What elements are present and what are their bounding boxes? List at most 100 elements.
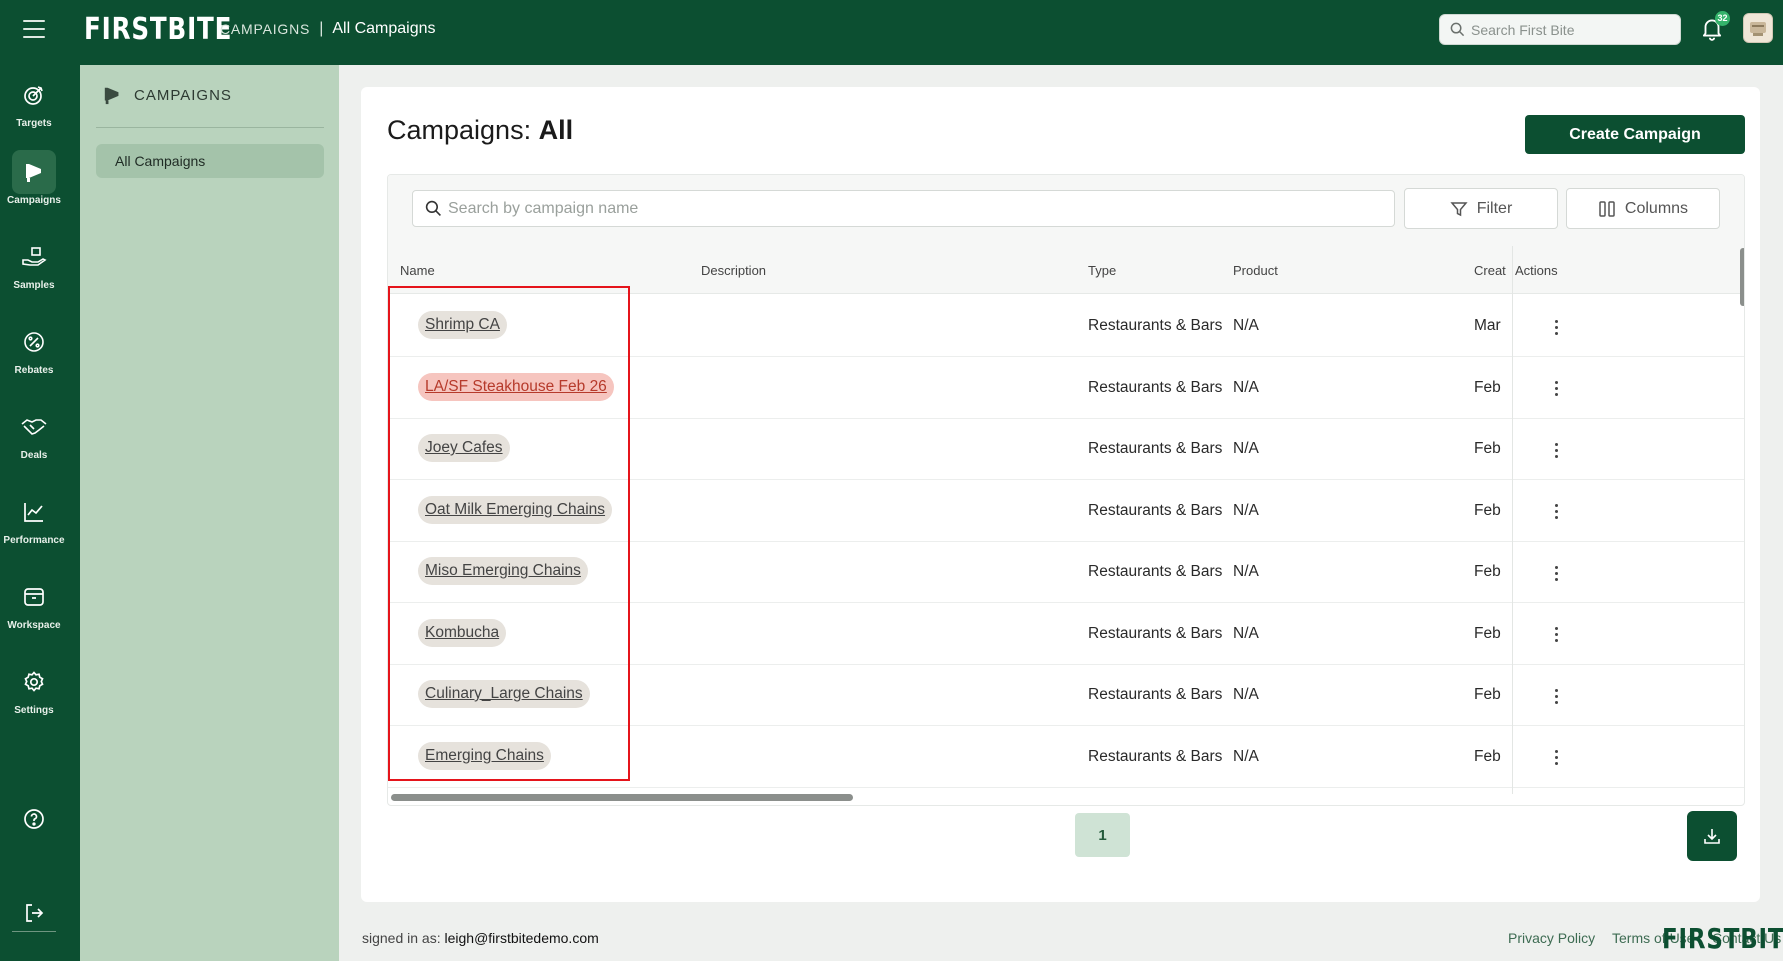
subnav-item-all-campaigns[interactable]: All Campaigns (96, 144, 324, 178)
row-actions-menu-icon[interactable] (1544, 313, 1568, 341)
brand-logo[interactable]: FIRSTBITE (84, 12, 232, 47)
download-button[interactable] (1687, 811, 1737, 861)
table-header: Name Description Type Product Creat Acti… (388, 246, 1744, 294)
columns-icon (1599, 200, 1615, 217)
subnav-heading-text: CAMPAIGNS (134, 86, 232, 104)
campaign-name-link[interactable]: Joey Cafes (418, 434, 510, 462)
signed-in-prefix: signed in as: (362, 930, 441, 946)
row-actions-menu-icon[interactable] (1544, 559, 1568, 587)
logout-icon (26, 904, 44, 922)
search-icon (425, 200, 441, 216)
table-row: Culinary_Large Chains Restaurants & Bars N… (388, 664, 1744, 726)
campaigns-table: Filter Columns Name Description Type Pro… (387, 174, 1745, 806)
filter-icon (1450, 201, 1468, 216)
campaign-name-link[interactable]: Miso Emerging Chains (418, 557, 588, 585)
table-row: LA/SF Steakhouse Feb 26 Restaurants & Bar… (388, 357, 1744, 419)
column-header-name[interactable]: Name (400, 263, 435, 278)
cell-product: N/A (1233, 624, 1259, 642)
campaign-search-input[interactable] (448, 199, 1378, 218)
table-row: Shrimp CA Restaurants & Bars N/A Mar (388, 295, 1744, 357)
rail-item-settings[interactable]: Settings (0, 660, 68, 730)
cell-type: Restaurants & Bars (1088, 747, 1223, 765)
cell-product: N/A (1233, 317, 1259, 334)
rail-item-campaigns[interactable]: Campaigns (0, 150, 68, 220)
columns-button[interactable]: Columns (1566, 188, 1720, 229)
rail-label-deals: Deals (20, 450, 48, 461)
row-actions-menu-icon[interactable] (1544, 375, 1568, 403)
target-icon (24, 86, 43, 105)
campaign-search[interactable] (412, 190, 1395, 227)
rail-label-performance: Performance (3, 535, 65, 546)
horizontal-scrollbar[interactable] (391, 794, 853, 801)
cell-product: N/A (1233, 378, 1259, 396)
megaphone-icon (26, 164, 41, 182)
rail-label-targets: Targets (16, 118, 52, 129)
actions-column-divider (1512, 246, 1513, 794)
notifications-button[interactable]: 32 (1699, 11, 1730, 43)
logout-button[interactable] (0, 891, 68, 961)
table-row: Kombucha Restaurants & Bars N/A Feb (388, 603, 1744, 665)
row-actions-menu-icon[interactable] (1544, 744, 1568, 772)
handshake-icon (21, 419, 47, 435)
vertical-scrollbar[interactable] (1740, 248, 1744, 306)
pagination-page-1[interactable]: 1 (1075, 813, 1130, 857)
table-row: Joey Cafes Restaurants & Bars N/A Feb (388, 418, 1744, 480)
row-actions-menu-icon[interactable] (1544, 621, 1568, 649)
signed-in-email: leigh@firstbitedemo.com (444, 930, 599, 946)
rail-label-settings: Settings (14, 705, 54, 716)
global-search-input[interactable] (1471, 21, 1671, 38)
rail-item-deals[interactable]: Deals (0, 405, 68, 475)
search-icon (1450, 22, 1465, 37)
table-row: Emerging Chains Restaurants & Bars N/A Feb (388, 726, 1744, 788)
cell-product: N/A (1233, 686, 1259, 703)
row-actions-menu-icon[interactable] (1544, 498, 1568, 526)
download-icon (1704, 829, 1720, 844)
cell-type: Restaurants & Bars (1088, 624, 1223, 642)
create-campaign-button[interactable]: Create Campaign (1525, 115, 1745, 154)
cell-created: Feb (1474, 501, 1501, 519)
table-row: Miso Emerging Chains Restaurants & Bars N/… (388, 541, 1744, 603)
rail-label-samples: Samples (13, 280, 55, 291)
subnav-divider (96, 127, 324, 128)
column-header-created[interactable]: Creat (1474, 263, 1506, 278)
rail-item-samples[interactable]: Samples (0, 235, 68, 305)
inbox-icon (24, 588, 44, 606)
campaign-name-link[interactable]: Shrimp CA (418, 311, 507, 339)
column-header-type[interactable]: Type (1088, 263, 1116, 278)
avatar[interactable] (1743, 13, 1773, 43)
cell-type: Restaurants & Bars (1088, 686, 1223, 703)
cell-product: N/A (1233, 501, 1259, 519)
breadcrumb-section[interactable]: CAMPAIGNS (220, 21, 310, 37)
help-button[interactable] (0, 797, 68, 867)
gear-icon (24, 671, 44, 692)
line-chart-icon (24, 503, 43, 522)
signed-in-as: signed in as: leigh@firstbitedemo.com (362, 930, 599, 946)
rail-item-rebates[interactable]: Rebates (0, 320, 68, 390)
rail-item-targets[interactable]: Targets (0, 73, 68, 143)
campaign-name-link[interactable]: Kombucha (418, 618, 507, 647)
rail-item-workspace[interactable]: Workspace (0, 575, 68, 645)
page-title-prefix: Campaigns: (387, 115, 532, 145)
campaign-name-link[interactable]: Emerging Chains (418, 741, 551, 770)
filter-button[interactable]: Filter (1404, 188, 1558, 229)
privacy-policy-link[interactable]: Privacy Policy (1508, 930, 1595, 946)
table-toolbar: Filter Columns (388, 175, 1744, 246)
cell-type: Restaurants & Bars (1088, 563, 1223, 580)
global-search[interactable] (1439, 14, 1681, 45)
rail-label-rebates: Rebates (14, 365, 54, 376)
cell-product: N/A (1233, 747, 1259, 765)
campaigns-sidebar: CAMPAIGNS All Campaigns (80, 65, 339, 961)
column-header-description[interactable]: Description (701, 263, 766, 278)
row-actions-menu-icon[interactable] (1544, 682, 1568, 710)
hand-box-icon (22, 247, 47, 266)
icon-rail: Targets Campaigns Samples Rebates Deals … (0, 65, 80, 961)
campaign-name-link[interactable]: LA/SF Steakhouse Feb 26 (418, 372, 614, 401)
rail-item-performance[interactable]: Performance (0, 490, 68, 560)
subnav-heading: CAMPAIGNS (102, 85, 232, 105)
campaign-name-link[interactable]: Oat Milk Emerging Chains (418, 495, 613, 524)
campaign-name-link[interactable]: Culinary_Large Chains (418, 680, 590, 708)
menu-icon[interactable] (23, 20, 45, 40)
column-header-product[interactable]: Product (1233, 263, 1278, 278)
cell-created: Feb (1474, 747, 1501, 765)
row-actions-menu-icon[interactable] (1544, 436, 1568, 464)
